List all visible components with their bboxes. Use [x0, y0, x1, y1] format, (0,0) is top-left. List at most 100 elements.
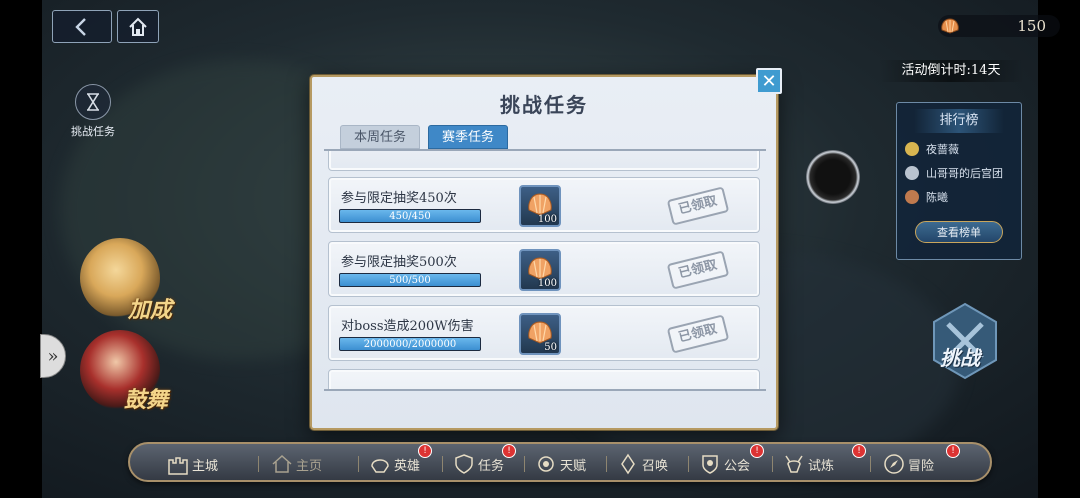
castle-icon [168, 457, 188, 475]
task-list[interactable]: 参与限定抽奖450次 450/450 100 已领取 参与限定抽奖500次 50… [324, 149, 766, 389]
task-row: 参与限定抽奖450次 450/450 100 已领取 [328, 177, 760, 233]
reward-item[interactable]: 100 [519, 249, 561, 291]
guild-crest-icon [702, 455, 718, 474]
nav-divider [870, 456, 871, 472]
reward-qty: 100 [537, 278, 557, 289]
horned-helmet-icon [785, 455, 803, 473]
nav-label: 试炼 [808, 458, 835, 474]
ranking-entry-name: 陈曦 [926, 191, 948, 204]
crystal-icon [621, 453, 635, 475]
tab-weekly-tasks[interactable]: 本周任务 [340, 125, 420, 149]
task-name: 参与限定抽奖500次 [341, 255, 457, 270]
view-ranking-button[interactable]: 查看榜单 [915, 221, 1003, 243]
nav-divider [358, 456, 359, 472]
gold-medal-icon [905, 142, 919, 156]
claimed-stamp: 已领取 [666, 250, 730, 290]
nav-talents[interactable]: 天赋 [534, 450, 586, 478]
currency-display: 150 [938, 15, 1060, 37]
nav-divider [524, 456, 525, 472]
nav-label: 天赋 [560, 458, 587, 474]
challenge-tasks-shortcut[interactable]: 挑战任务 [68, 84, 118, 139]
ranking-entry: 山哥哥的后宫团 [905, 165, 1021, 181]
nav-label: 主城 [192, 458, 219, 474]
nav-guild[interactable]: 公会 ! [698, 444, 764, 478]
talent-gear-icon [538, 456, 554, 472]
shield-icon [455, 454, 473, 474]
claimed-stamp: 已领取 [666, 314, 730, 354]
nav-main-city[interactable]: 主城 [166, 450, 218, 478]
nav-label: 英雄 [394, 458, 421, 474]
task-row: 参与限定抽奖500次 500/500 100 已领取 [328, 241, 760, 297]
bonus-label: 加成 [128, 297, 173, 323]
left-letterbox [0, 0, 42, 498]
task-progress-bar: 2000000/2000000 [339, 337, 481, 351]
dance-label: 鼓舞 [124, 387, 169, 413]
back-button[interactable] [52, 10, 112, 43]
challenge-tasks-label: 挑战任务 [71, 125, 115, 138]
dialog-title: 挑战任务 [500, 93, 588, 117]
back-arrow-icon [75, 17, 86, 36]
bottom-navigation: 主城 主页 英雄 ! 任务 ! 天赋 召唤 公会 ! 试炼 ! 冒险 ! [128, 442, 992, 482]
close-button[interactable]: ✕ [756, 68, 782, 94]
shell-icon [941, 18, 959, 34]
challenge-badge-label: 挑战 [940, 346, 980, 370]
ranking-entry: 陈曦 [905, 189, 1021, 205]
reward-qty: 100 [537, 214, 557, 225]
task-row: 对boss造成200W伤害 2000000/2000000 50 已领取 [328, 305, 760, 361]
reward-item[interactable]: 100 [519, 185, 561, 227]
reward-item[interactable]: 50 [519, 313, 561, 355]
silver-medal-icon [905, 166, 919, 180]
task-progress-bar: 450/450 [339, 209, 481, 223]
nav-tasks[interactable]: 任务 ! [452, 444, 516, 478]
nav-label: 冒险 [908, 458, 935, 474]
nav-trials[interactable]: 试炼 ! [782, 444, 866, 478]
home-icon [129, 17, 147, 36]
event-countdown: 活动倒计时:14天 [878, 60, 1024, 82]
reward-qty: 50 [544, 342, 557, 353]
helmet-icon [371, 459, 389, 473]
compass-icon [884, 454, 904, 474]
home-icon [272, 454, 292, 473]
progress-text: 2000000/2000000 [363, 339, 457, 350]
nav-home[interactable]: 主页 [270, 450, 322, 478]
task-progress-bar: 500/500 [339, 273, 481, 287]
nav-divider [442, 456, 443, 472]
challenge-button[interactable]: 挑战 [930, 302, 1000, 382]
notification-badge: ! [750, 444, 764, 458]
task-row-partial [328, 151, 760, 171]
expand-side-button[interactable]: » [40, 334, 66, 378]
close-icon: ✕ [761, 70, 777, 92]
nav-label: 主页 [296, 458, 323, 474]
dark-orb-decoration [806, 150, 860, 204]
claimed-stamp: 已领取 [666, 186, 730, 226]
ranking-entry-name: 山哥哥的后宫团 [926, 167, 1003, 180]
ranking-entry-name: 夜蔷薇 [926, 143, 959, 156]
nav-summon[interactable]: 召唤 [616, 450, 668, 478]
progress-text: 450/450 [389, 211, 431, 222]
nav-divider [688, 456, 689, 472]
right-letterbox [1038, 0, 1080, 498]
double-chevron-right-icon: » [47, 345, 59, 367]
notification-badge: ! [852, 444, 866, 458]
nav-label: 任务 [478, 458, 505, 474]
hourglass-icon [75, 84, 111, 120]
nav-adventure[interactable]: 冒险 ! [882, 444, 960, 478]
notification-badge: ! [502, 444, 516, 458]
task-row-partial [328, 369, 760, 389]
nav-heroes[interactable]: 英雄 ! [368, 444, 432, 478]
nav-label: 公会 [724, 458, 751, 474]
nav-divider [772, 456, 773, 472]
ranking-panel: 排行榜 夜蔷薇 山哥哥的后宫团 陈曦 查看榜单 [896, 102, 1022, 260]
task-name: 对boss造成200W伤害 [341, 319, 474, 334]
task-name: 参与限定抽奖450次 [341, 191, 457, 206]
challenge-tasks-dialog: 挑战任务 本周任务 赛季任务 参与限定抽奖450次 450/450 100 已领… [310, 75, 778, 430]
nav-label: 召唤 [642, 458, 669, 474]
home-button[interactable] [117, 10, 159, 43]
notification-badge: ! [418, 444, 432, 458]
nav-divider [606, 456, 607, 472]
bronze-medal-icon [905, 190, 919, 204]
tab-season-tasks[interactable]: 赛季任务 [428, 125, 508, 149]
ranking-entry: 夜蔷薇 [905, 141, 1021, 157]
list-divider [324, 389, 766, 391]
notification-badge: ! [946, 444, 960, 458]
